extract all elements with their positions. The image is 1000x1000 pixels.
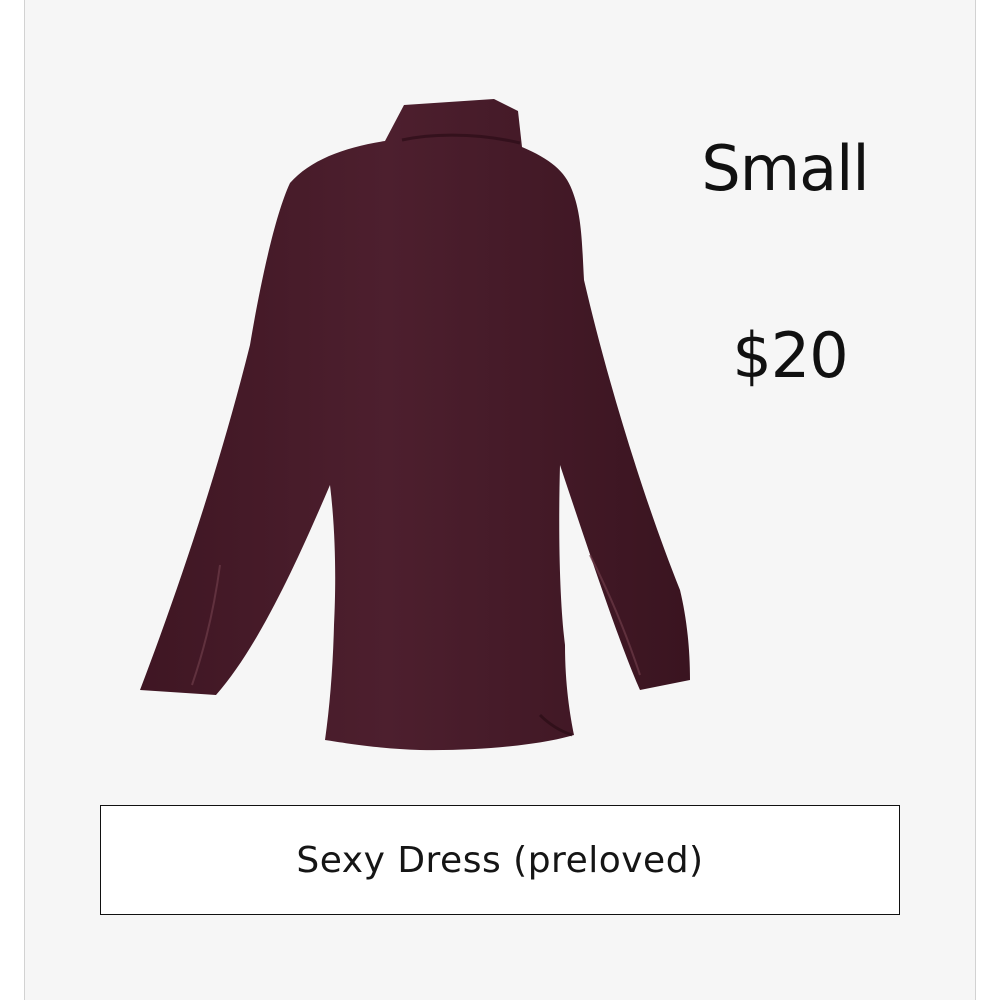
dress-body: [140, 99, 690, 751]
product-title-box[interactable]: Sexy Dress (preloved): [100, 805, 900, 915]
size-label: Small: [701, 132, 869, 205]
product-title: Sexy Dress (preloved): [296, 839, 704, 881]
price-label: $20: [732, 319, 848, 392]
